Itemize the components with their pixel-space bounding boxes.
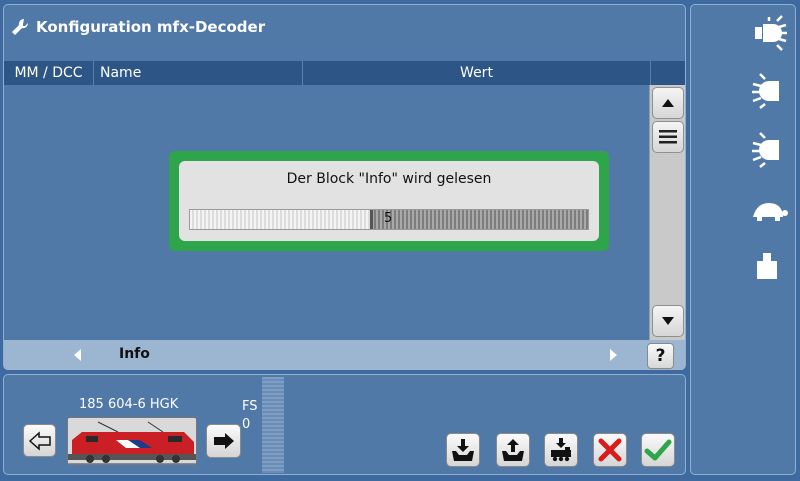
previous-loco-button[interactable]	[23, 424, 56, 457]
speed-slider[interactable]	[262, 377, 284, 473]
load-to-loco-button[interactable]	[544, 433, 578, 467]
import-button[interactable]	[446, 433, 480, 467]
column-header-mm-dcc[interactable]: MM / DCC	[4, 61, 94, 85]
cancel-icon	[598, 438, 622, 462]
progress-bar: 5	[189, 209, 589, 230]
function-side-panel	[690, 4, 796, 475]
title-bar: Konfiguration mfx-Decoder	[4, 5, 685, 49]
column-header-row: MM / DCC Name Wert	[4, 61, 685, 85]
cancel-button[interactable]	[593, 433, 627, 467]
export-icon	[502, 439, 524, 461]
vertical-scrollbar[interactable]	[649, 85, 685, 340]
locomotive-picture	[68, 418, 196, 464]
window-title: Konfiguration mfx-Decoder	[36, 18, 266, 36]
fs-label: FS	[242, 399, 258, 414]
dialog-body: Der Block "Info" wird gelesen 5	[179, 161, 599, 241]
load-to-loco-icon	[551, 438, 571, 462]
import-icon	[452, 439, 474, 461]
loco-name: 185 604-6 HGK	[79, 397, 179, 412]
next-loco-button[interactable]	[206, 424, 241, 458]
arrow-left-outline-icon	[28, 430, 51, 451]
column-header-wert[interactable]: Wert	[303, 61, 651, 85]
turtle-icon[interactable]	[749, 193, 789, 229]
arrow-right-icon	[213, 433, 234, 449]
reading-dialog: Der Block "Info" wird gelesen 5	[169, 151, 609, 251]
light-left-icon[interactable]	[749, 73, 789, 109]
main-panel: Konfiguration mfx-Decoder MM / DCC Name …	[3, 4, 686, 370]
block-label: Info	[119, 346, 150, 362]
confirm-button[interactable]	[641, 433, 675, 467]
dialog-message: Der Block "Info" wird gelesen	[286, 171, 492, 187]
wrench-icon	[12, 18, 29, 35]
locomotive-image[interactable]	[67, 417, 197, 465]
column-header-name[interactable]: Name	[94, 61, 303, 85]
progress-label: 5	[384, 211, 393, 226]
block-nav-bar: Info ?	[4, 340, 685, 370]
export-button[interactable]	[496, 433, 530, 467]
loco-control-panel: 185 604-6 HGK FS 0	[3, 374, 686, 475]
scroll-handle[interactable]	[652, 121, 684, 153]
confirm-icon	[644, 439, 672, 461]
next-block-arrow-icon[interactable]	[610, 349, 617, 361]
progress-fill	[190, 210, 374, 229]
fs-value: 0	[242, 417, 251, 432]
headlight-icon[interactable]	[749, 15, 789, 51]
grip-lines-icon	[659, 130, 677, 144]
triangle-up-icon	[662, 99, 674, 107]
help-button[interactable]: ?	[647, 343, 674, 369]
scroll-up-button[interactable]	[652, 87, 684, 119]
previous-block-arrow-icon[interactable]	[74, 349, 81, 361]
weight-icon[interactable]	[749, 249, 789, 285]
light-left-2-icon[interactable]	[749, 132, 789, 168]
scroll-down-button[interactable]	[652, 305, 684, 337]
triangle-down-icon	[662, 317, 674, 325]
